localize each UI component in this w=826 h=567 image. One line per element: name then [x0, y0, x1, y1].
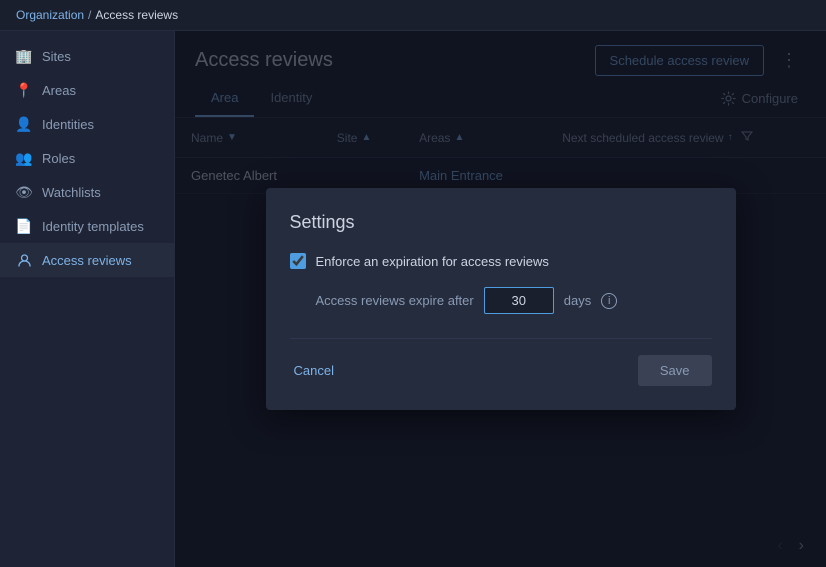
sidebar-item-identities[interactable]: 👤 Identities: [0, 107, 174, 141]
sidebar-item-roles[interactable]: 👥 Roles: [0, 141, 174, 175]
sidebar: 🏢 Sites 📍 Areas 👤 Identities 👥 Roles 👁 W…: [0, 31, 175, 567]
sidebar-item-sites[interactable]: 🏢 Sites: [0, 39, 174, 73]
info-icon: i: [601, 293, 617, 309]
enforce-expiration-label: Enforce an expiration for access reviews: [316, 254, 549, 269]
sidebar-item-identity-templates[interactable]: 📄 Identity templates: [0, 209, 174, 243]
enforce-expiration-checkbox[interactable]: [290, 253, 306, 269]
dialog-overlay: Settings Enforce an expiration for acces…: [175, 31, 826, 567]
breadcrumb-sep: /: [88, 8, 91, 22]
breadcrumb: Organization / Access reviews: [0, 0, 826, 31]
areas-icon: 📍: [16, 82, 32, 98]
sidebar-item-sites-label: Sites: [42, 49, 71, 64]
cancel-button[interactable]: Cancel: [290, 357, 338, 384]
sidebar-item-watchlists-label: Watchlists: [42, 185, 101, 200]
watchlists-icon: 👁: [16, 184, 32, 200]
identity-templates-icon: 📄: [16, 218, 32, 234]
enforce-expiration-row: Enforce an expiration for access reviews: [290, 253, 712, 269]
identities-icon: 👤: [16, 116, 32, 132]
access-reviews-icon: [16, 252, 32, 268]
main-content: Access reviews Schedule access review ⋮ …: [175, 31, 826, 567]
days-label: days: [564, 293, 591, 308]
sidebar-item-access-reviews-label: Access reviews: [42, 253, 132, 268]
expire-days-input[interactable]: [484, 287, 554, 314]
expire-after-label: Access reviews expire after: [316, 293, 474, 308]
sidebar-item-areas[interactable]: 📍 Areas: [0, 73, 174, 107]
sites-icon: 🏢: [16, 48, 32, 64]
sidebar-item-watchlists[interactable]: 👁 Watchlists: [0, 175, 174, 209]
sidebar-item-areas-label: Areas: [42, 83, 76, 98]
expire-after-row: Access reviews expire after days i: [316, 287, 712, 314]
breadcrumb-org-link[interactable]: Organization: [16, 8, 84, 22]
sidebar-item-identities-label: Identities: [42, 117, 94, 132]
settings-dialog: Settings Enforce an expiration for acces…: [266, 188, 736, 410]
sidebar-item-roles-label: Roles: [42, 151, 75, 166]
dialog-title: Settings: [290, 212, 712, 233]
sidebar-item-access-reviews[interactable]: Access reviews: [0, 243, 174, 277]
roles-icon: 👥: [16, 150, 32, 166]
save-button[interactable]: Save: [638, 355, 712, 386]
breadcrumb-current: Access reviews: [95, 8, 178, 22]
sidebar-item-identity-templates-label: Identity templates: [42, 219, 144, 234]
dialog-actions: Cancel Save: [290, 338, 712, 386]
